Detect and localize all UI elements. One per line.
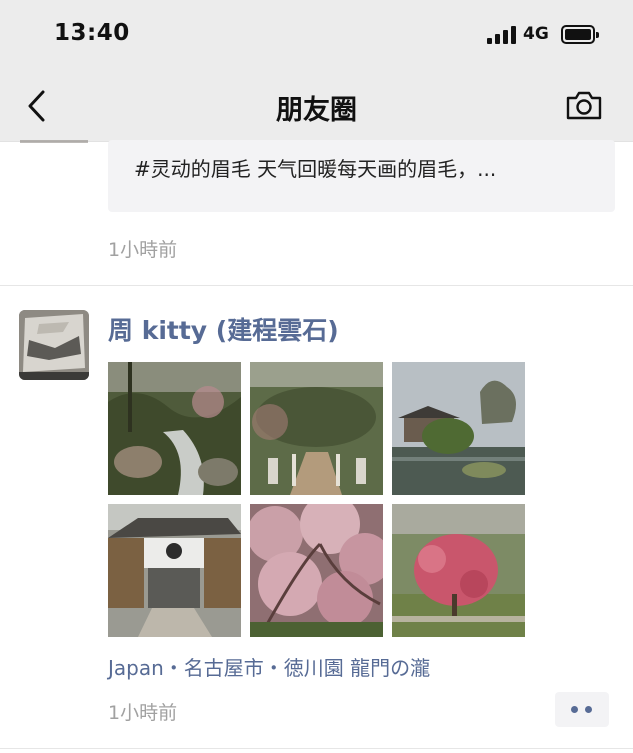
post-time: 1小時前	[108, 702, 178, 724]
status-bar: 13:40 4G	[0, 0, 633, 70]
stone-bridge-photo[interactable]	[250, 362, 383, 495]
post-divider-bottom	[0, 748, 633, 749]
shared-link-text: #灵动的眉毛 天气回暖每天画的眉毛，...	[134, 157, 497, 181]
pond-pavilion-photo[interactable]	[392, 362, 525, 495]
previous-post-time: 1小時前	[108, 239, 178, 261]
post-divider	[0, 285, 633, 286]
previous-avatar[interactable]	[20, 140, 88, 143]
signal-icon	[487, 26, 517, 44]
avatar[interactable]	[19, 310, 89, 380]
more-dots-icon	[571, 706, 578, 713]
garden-stream-photo[interactable]	[108, 362, 241, 495]
shared-link-card[interactable]: #灵动的眉毛 天气回暖每天画的眉毛，...	[108, 140, 615, 212]
author-name[interactable]: 周 kitty (建程雲石)	[108, 311, 339, 347]
status-time: 13:40	[54, 20, 130, 46]
location-link[interactable]: Japan・名古屋市・徳川園 龍門の瀧	[108, 652, 430, 681]
page-title: 朋友圈	[276, 95, 357, 126]
camera-button[interactable]	[565, 88, 603, 122]
pink-blossom-photo[interactable]	[250, 504, 383, 637]
network-label: 4G	[523, 24, 549, 44]
battery-icon	[561, 25, 599, 44]
gate-house-photo[interactable]	[108, 504, 241, 637]
nav-bar: 朋友圈	[0, 70, 633, 142]
more-actions-button[interactable]	[555, 692, 609, 727]
camera-icon	[566, 91, 602, 120]
red-blossom-tree-photo[interactable]	[392, 504, 525, 637]
